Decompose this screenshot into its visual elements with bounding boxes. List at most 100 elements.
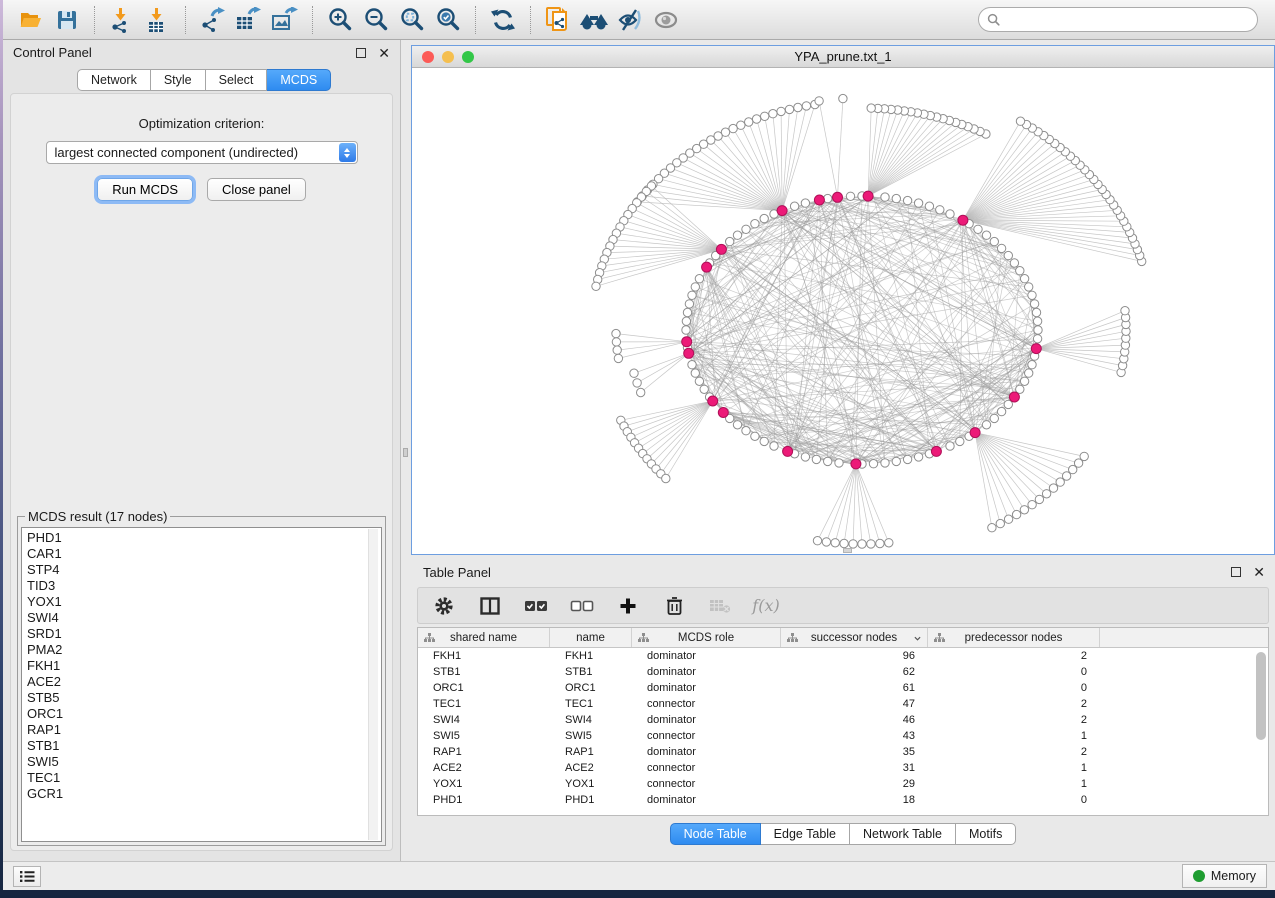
table-row[interactable]: YOX1YOX1connector291 bbox=[418, 776, 1268, 792]
table-row[interactable]: SWI4SWI4dominator462 bbox=[418, 712, 1268, 728]
network-node[interactable] bbox=[1042, 490, 1050, 498]
network-node[interactable] bbox=[997, 407, 1005, 415]
table-row[interactable]: RAP1RAP1dominator352 bbox=[418, 744, 1268, 760]
table-cell[interactable]: 61 bbox=[781, 682, 928, 694]
network-node[interactable] bbox=[1030, 300, 1038, 308]
zoom-out-icon[interactable] bbox=[361, 6, 391, 34]
mcds-result-item[interactable]: CAR1 bbox=[27, 546, 381, 562]
network-node[interactable] bbox=[839, 94, 847, 102]
network-node[interactable] bbox=[869, 460, 877, 468]
network-node-dominator[interactable] bbox=[783, 446, 793, 456]
network-node[interactable] bbox=[988, 524, 996, 532]
network-node[interactable] bbox=[801, 199, 809, 207]
table-cell[interactable]: STB1 bbox=[418, 666, 550, 678]
task-history-button[interactable] bbox=[13, 866, 41, 887]
column-header-predecessor-nodes[interactable]: predecessor nodes bbox=[928, 628, 1100, 647]
column-header-name[interactable]: name bbox=[550, 628, 632, 647]
network-node[interactable] bbox=[1025, 369, 1033, 377]
network-node-dominator[interactable] bbox=[814, 195, 824, 205]
network-node[interactable] bbox=[1032, 308, 1040, 316]
mcds-result-item[interactable]: SWI5 bbox=[27, 754, 381, 770]
network-node[interactable] bbox=[831, 539, 839, 547]
network-node[interactable] bbox=[760, 437, 768, 445]
mcds-result-item[interactable]: RAP1 bbox=[27, 722, 381, 738]
tab-node-table[interactable]: Node Table bbox=[670, 823, 761, 845]
table-cell[interactable]: 2 bbox=[928, 650, 1100, 662]
network-node-dominator[interactable] bbox=[958, 215, 968, 225]
mcds-result-item[interactable]: TEC1 bbox=[27, 770, 381, 786]
table-cell[interactable]: PHD1 bbox=[418, 794, 550, 806]
network-node[interactable] bbox=[1016, 117, 1024, 125]
table-cell[interactable]: STB1 bbox=[550, 666, 632, 678]
table-cell[interactable]: SWI5 bbox=[418, 730, 550, 742]
table-cell[interactable]: FKH1 bbox=[550, 650, 632, 662]
close-panel-button[interactable]: Close panel bbox=[207, 178, 306, 201]
select-all-icon[interactable] bbox=[524, 594, 548, 618]
mcds-result-item[interactable]: SRD1 bbox=[27, 626, 381, 642]
table-cell[interactable]: 2 bbox=[928, 746, 1100, 758]
table-cell[interactable]: SWI4 bbox=[418, 714, 550, 726]
mcds-result-item[interactable]: YOX1 bbox=[27, 594, 381, 610]
network-node[interactable] bbox=[682, 326, 690, 334]
show-all-icon[interactable] bbox=[651, 6, 681, 34]
mcds-result-item[interactable]: TID3 bbox=[27, 578, 381, 594]
network-view-titlebar[interactable]: YPA_prune.txt_1 bbox=[412, 46, 1274, 68]
table-cell[interactable]: ACE2 bbox=[418, 762, 550, 774]
horizontal-splitter-handle[interactable] bbox=[843, 548, 852, 553]
float-panel-icon[interactable] bbox=[356, 48, 366, 58]
network-node[interactable] bbox=[688, 361, 696, 369]
table-cell[interactable]: 18 bbox=[781, 794, 928, 806]
network-node[interactable] bbox=[858, 540, 866, 548]
network-node[interactable] bbox=[1012, 510, 1020, 518]
table-cell[interactable]: 46 bbox=[781, 714, 928, 726]
network-graph[interactable] bbox=[412, 68, 1274, 554]
network-node[interactable] bbox=[997, 244, 1005, 252]
zoom-in-icon[interactable] bbox=[325, 6, 355, 34]
table-cell[interactable]: 62 bbox=[781, 666, 928, 678]
mcds-result-item[interactable]: PMA2 bbox=[27, 642, 381, 658]
network-node[interactable] bbox=[824, 194, 832, 202]
mcds-result-item[interactable]: STB5 bbox=[27, 690, 381, 706]
tab-network[interactable]: Network bbox=[77, 69, 151, 91]
table-cell[interactable]: dominator bbox=[632, 746, 781, 758]
network-node[interactable] bbox=[946, 210, 954, 218]
network-node[interactable] bbox=[612, 338, 620, 346]
network-node[interactable] bbox=[790, 202, 798, 210]
table-cell[interactable]: connector bbox=[632, 778, 781, 790]
tab-select[interactable]: Select bbox=[206, 69, 268, 91]
network-node[interactable] bbox=[685, 300, 693, 308]
table-cell[interactable]: 0 bbox=[928, 682, 1100, 694]
network-node[interactable] bbox=[946, 442, 954, 450]
table-cell[interactable]: dominator bbox=[632, 682, 781, 694]
network-node[interactable] bbox=[1121, 307, 1129, 315]
table-cell[interactable]: 1 bbox=[928, 730, 1100, 742]
search-field[interactable] bbox=[978, 7, 1258, 32]
save-session-icon[interactable] bbox=[52, 6, 82, 34]
table-cell[interactable]: RAP1 bbox=[418, 746, 550, 758]
table-cell[interactable]: 29 bbox=[781, 778, 928, 790]
network-node[interactable] bbox=[903, 196, 911, 204]
network-node-dominator[interactable] bbox=[684, 348, 694, 358]
network-node[interactable] bbox=[802, 102, 810, 110]
vertical-splitter[interactable] bbox=[401, 40, 411, 861]
network-node-dominator[interactable] bbox=[716, 244, 726, 254]
network-node[interactable] bbox=[914, 199, 922, 207]
network-node[interactable] bbox=[982, 231, 990, 239]
hide-selected-icon[interactable] bbox=[615, 6, 645, 34]
network-node[interactable] bbox=[691, 369, 699, 377]
mcds-result-item[interactable]: PHD1 bbox=[27, 530, 381, 546]
mcds-result-item[interactable]: ORC1 bbox=[27, 706, 381, 722]
network-node[interactable] bbox=[1020, 275, 1028, 283]
table-row[interactable]: ACE2ACE2connector311 bbox=[418, 760, 1268, 776]
table-cell[interactable]: 31 bbox=[781, 762, 928, 774]
network-node-dominator[interactable] bbox=[682, 337, 692, 347]
table-cell[interactable]: 43 bbox=[781, 730, 928, 742]
tab-mcds[interactable]: MCDS bbox=[267, 69, 331, 91]
network-node[interactable] bbox=[881, 193, 889, 201]
table-cell[interactable]: SWI5 bbox=[550, 730, 632, 742]
network-node-dominator[interactable] bbox=[1009, 392, 1019, 402]
table-cell[interactable]: 35 bbox=[781, 746, 928, 758]
network-node[interactable] bbox=[835, 459, 843, 467]
network-node[interactable] bbox=[612, 329, 620, 337]
export-image-icon[interactable] bbox=[270, 6, 300, 34]
